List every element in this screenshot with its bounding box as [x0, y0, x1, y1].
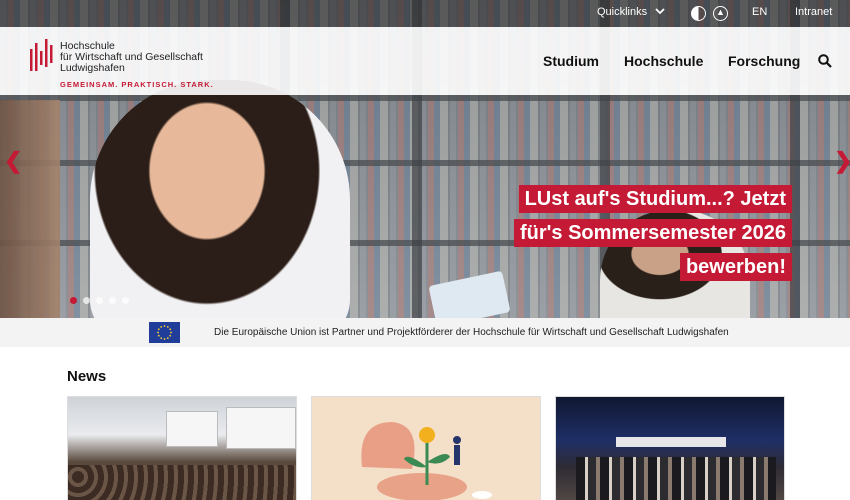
hero-slogan[interactable]: LUst auf's Studium...? Jetzt für's Somme… — [513, 185, 792, 281]
slider-dot[interactable] — [70, 297, 77, 304]
quicklinks-label: Quicklinks — [597, 6, 648, 18]
next-slide-icon[interactable]: ❯ — [834, 150, 850, 172]
top-bar: Quicklinks ▲ EN Intranet — [0, 0, 850, 27]
eu-flag-icon — [149, 322, 180, 343]
page: ❮ ❯ LUst auf's Studium...? Jetzt für's S… — [0, 0, 850, 500]
student-portrait — [90, 80, 350, 318]
prev-slide-icon[interactable]: ❮ — [4, 150, 22, 172]
nav-hochschule[interactable]: Hochschule — [624, 53, 703, 69]
search-icon[interactable] — [818, 54, 832, 68]
news-card[interactable] — [67, 396, 297, 500]
slogan-line-3: bewerben! — [679, 253, 792, 281]
slogan-line-1: LUst auf's Studium...? Jetzt — [518, 185, 792, 213]
accessibility-icon[interactable]: ▲ — [713, 6, 728, 21]
logo-mark-icon[interactable] — [30, 37, 56, 71]
projection-screen — [226, 407, 296, 449]
chevron-down-icon — [655, 8, 665, 15]
nav-forschung[interactable]: Forschung — [728, 53, 800, 69]
contrast-toggle-icon[interactable] — [691, 6, 706, 21]
person-silhouette — [0, 100, 60, 318]
news-heading: News — [67, 368, 107, 385]
shelf-line — [0, 95, 850, 101]
slider-dot[interactable] — [96, 297, 103, 304]
slogan-line-2: für's Sommersemester 2026 — [513, 219, 792, 247]
slider-dot[interactable] — [109, 297, 116, 304]
illustration-image — [361, 422, 492, 500]
news-card[interactable] — [555, 396, 785, 500]
eu-banner: Die Europäische Union ist Partner und Pr… — [0, 318, 850, 347]
quicklinks-menu[interactable]: Quicklinks — [597, 6, 665, 18]
group-photo — [576, 457, 776, 500]
logo-slogan: GEMEINSAM. PRAKTISCH. STARK. — [60, 80, 214, 89]
nav-studium[interactable]: Studium — [543, 53, 599, 69]
language-switch[interactable]: EN — [752, 6, 767, 18]
site-header: Hochschule für Wirtschaft und Gesellscha… — [0, 27, 850, 95]
slider-dot[interactable] — [122, 297, 129, 304]
news-card[interactable] — [311, 396, 541, 500]
slider-dot[interactable] — [83, 297, 90, 304]
stage-banner — [616, 437, 726, 447]
eu-banner-text: Die Europäische Union ist Partner und Pr… — [214, 327, 729, 338]
logo-text[interactable]: Hochschule für Wirtschaft und Gesellscha… — [60, 41, 203, 74]
logo-line: Ludwigshafen — [60, 62, 125, 74]
intranet-link[interactable]: Intranet — [795, 6, 832, 18]
audience-image — [68, 465, 296, 500]
slider-dots — [70, 297, 129, 304]
projection-screen — [166, 411, 218, 447]
